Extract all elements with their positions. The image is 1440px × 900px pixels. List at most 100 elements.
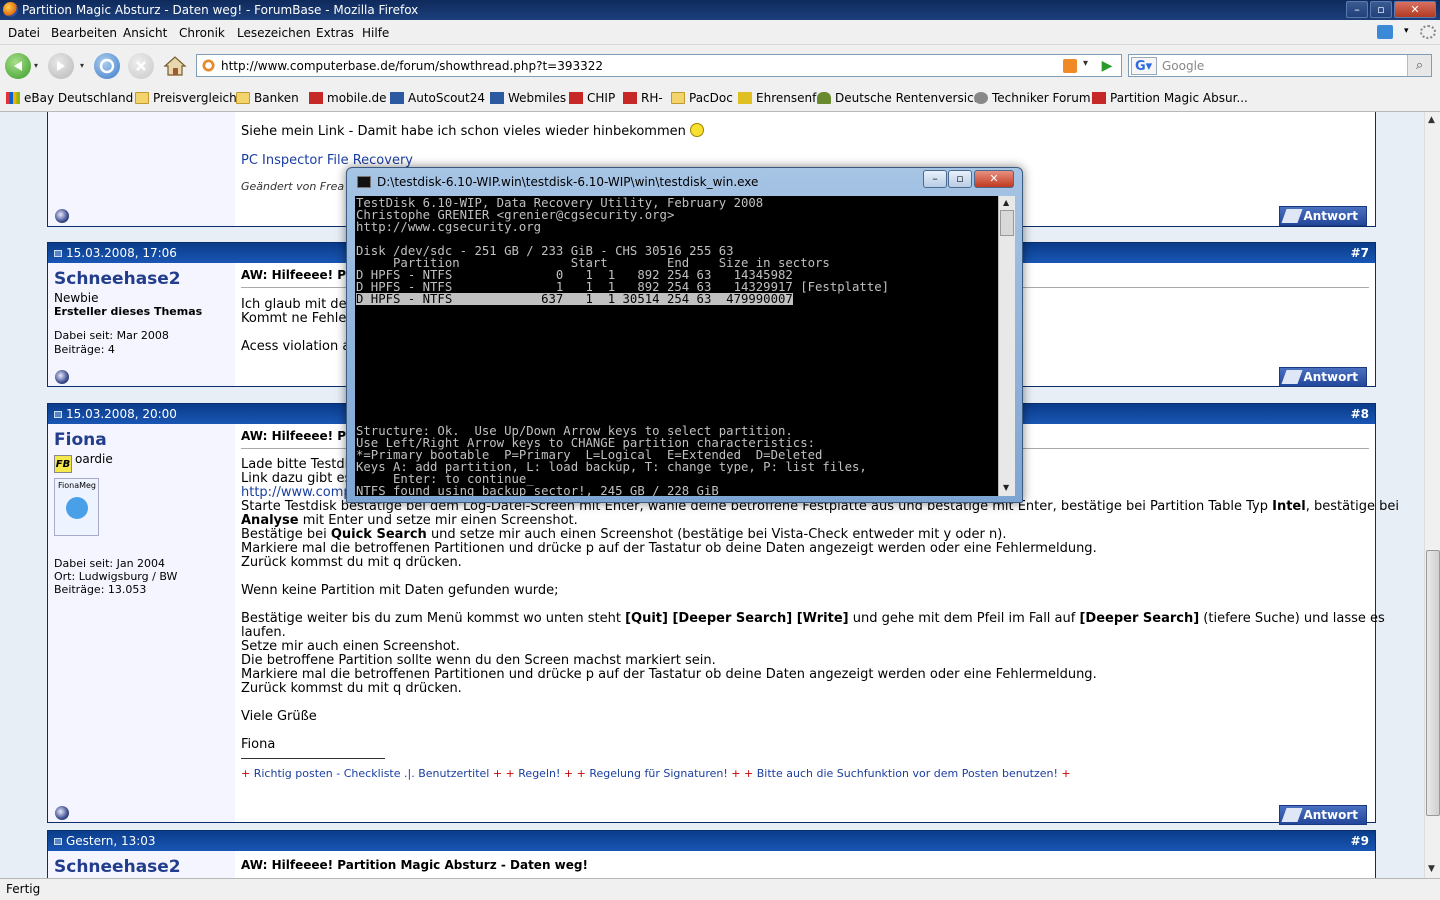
stop-icon: [136, 61, 146, 71]
menu-datei[interactable]: Datei: [8, 26, 40, 40]
bookmark-webmiles[interactable]: Webmiles: [490, 91, 566, 105]
username[interactable]: Schneehase2: [54, 269, 181, 289]
close-button[interactable]: ✕: [1394, 1, 1436, 18]
go-button[interactable]: ▶: [1096, 55, 1118, 77]
minimize-button[interactable]: –: [1346, 1, 1368, 18]
mobile-icon: [309, 92, 323, 104]
home-button[interactable]: [162, 53, 188, 79]
rh-icon: [623, 92, 637, 104]
scroll-down-icon[interactable]: ▼: [1003, 483, 1009, 492]
post-line: Ich glaub mit der: [241, 297, 352, 312]
reload-icon: [99, 58, 115, 74]
address-bar[interactable]: http://www.computerbase.de/forum/showthr…: [196, 54, 1122, 77]
post-link[interactable]: http://www.comp: [241, 485, 352, 500]
post-number[interactable]: #7: [1351, 246, 1369, 260]
signature-divider: [241, 758, 385, 759]
location: Ort: Ludwigsburg / BW: [54, 570, 178, 583]
partition-row-selected[interactable]: D HPFS - NTFS 637 1 1 30514 254 63 47999…: [356, 293, 793, 305]
bookmark-rentenversicherung[interactable]: Deutsche Rentenversic...: [817, 91, 985, 105]
console-minimize-button[interactable]: –: [923, 170, 947, 188]
post-number[interactable]: #8: [1351, 407, 1369, 421]
console-output[interactable]: TestDisk 6.10-WIP, Data Recovery Utility…: [355, 196, 998, 496]
post-line: Die betroffene Partition sollte wenn du …: [241, 653, 716, 668]
bookmark-preisvergleich[interactable]: Preisvergleich: [135, 91, 237, 105]
post-icon: [54, 838, 62, 845]
pc-inspector-link[interactable]: PC Inspector File Recovery: [241, 153, 413, 168]
menu-extras[interactable]: Extras: [316, 26, 354, 40]
post-line: Viele Grüße: [241, 709, 317, 724]
scroll-up-icon[interactable]: ▲: [1428, 115, 1435, 125]
maximize-button[interactable]: ▫: [1370, 1, 1392, 18]
bookmark-chip[interactable]: CHIP: [569, 91, 615, 105]
sig-link-suchfunktion[interactable]: Bitte auch die Suchfunktion vor dem Post…: [757, 767, 1058, 780]
post-line: Analyse mit Enter und setze mir einen Sc…: [241, 513, 578, 528]
firefox-icon: [3, 2, 18, 17]
post-sidebar: [48, 112, 235, 226]
post-number[interactable]: #9: [1351, 834, 1369, 848]
bookmark-ebay[interactable]: eBay Deutschland: [6, 91, 133, 105]
messenger-icon[interactable]: [1377, 25, 1393, 39]
sig-link-signaturen[interactable]: Regelung für Signaturen!: [589, 767, 727, 780]
post-title: AW: Hilfeeee! Pa: [241, 429, 354, 443]
chevron-down-icon[interactable]: ▾: [1404, 26, 1420, 40]
edited-note: Geändert von Frea: [241, 180, 345, 193]
google-engine-icon[interactable]: G▾: [1131, 57, 1157, 75]
reply-button[interactable]: Antwort: [1279, 367, 1367, 387]
search-icon[interactable]: ⌕: [1407, 55, 1431, 76]
menu-chronik[interactable]: Chronik: [179, 26, 225, 40]
bookmark-ehrensenf[interactable]: Ehrensenf: [738, 91, 816, 105]
stop-button[interactable]: [128, 53, 154, 79]
console-close-button[interactable]: ✕: [974, 170, 1014, 188]
console-maximize-button[interactable]: ▫: [948, 170, 972, 188]
post-icon: [54, 411, 62, 418]
bookmark-rh[interactable]: RH-: [623, 91, 663, 105]
forward-button[interactable]: [48, 53, 74, 79]
bookmark-pacdoc[interactable]: PacDoc: [671, 91, 733, 105]
back-history-chevron-icon[interactable]: ▾: [34, 61, 38, 70]
reload-button[interactable]: [94, 53, 120, 79]
scroll-down-icon[interactable]: ▼: [1428, 864, 1435, 874]
arrow-right-icon: [57, 61, 65, 71]
forum-icon: [1092, 92, 1106, 104]
console-scroll-thumb[interactable]: [1000, 210, 1014, 236]
search-box[interactable]: G▾ Google ⌕: [1128, 54, 1432, 77]
post-sidebar: Schneehase2: [48, 851, 235, 878]
window-titlebar: Partition Magic Absturz - Daten weg! - F…: [0, 0, 1440, 20]
arrow-left-icon: [14, 61, 22, 71]
back-button[interactable]: [5, 53, 31, 79]
reply-button[interactable]: Antwort: [1279, 206, 1367, 226]
menu-ansicht[interactable]: Ansicht: [123, 26, 167, 40]
post-count: Beiträge: 4: [54, 343, 115, 356]
avatar-figure-icon: [66, 497, 88, 519]
bookmark-partition-magic[interactable]: Partition Magic Absur...: [1092, 91, 1248, 105]
search-placeholder[interactable]: Google: [1162, 59, 1204, 73]
bookmark-autoscout[interactable]: AutoScout24: [390, 91, 485, 105]
reply-button[interactable]: Antwort: [1279, 805, 1367, 825]
menu-hilfe[interactable]: Hilfe: [362, 26, 389, 40]
folder-icon: [671, 92, 685, 104]
avatar-label: FionaMeg: [58, 481, 97, 490]
forward-history-chevron-icon[interactable]: ▾: [80, 61, 84, 70]
rss-feed-icon[interactable]: [1063, 59, 1077, 73]
url-history-dropdown-icon[interactable]: ▾: [1083, 58, 1088, 69]
post-sidebar: Fiona FB oardie FionaMeg Dabei seit: Jan …: [48, 424, 235, 822]
bookmark-mobile[interactable]: mobile.de: [309, 91, 387, 105]
bookmark-banken[interactable]: Banken: [236, 91, 299, 105]
menu-bearbeiten[interactable]: Bearbeiten: [51, 26, 117, 40]
online-status-icon: [55, 806, 69, 820]
sig-link-regeln[interactable]: Regeln!: [518, 767, 560, 780]
username[interactable]: Schneehase2: [54, 857, 181, 877]
page-scrollbar[interactable]: ▲ ▼: [1424, 112, 1440, 878]
username[interactable]: Fiona: [54, 430, 107, 450]
sig-link-checkliste[interactable]: Richtig posten - Checkliste .|. Benutzer…: [254, 767, 490, 780]
menu-lesezeichen[interactable]: Lesezeichen: [237, 26, 311, 40]
console-title: D:\testdisk-6.10-WIP.win\testdisk-6.10-W…: [377, 175, 759, 189]
testdisk-console-window[interactable]: D:\testdisk-6.10-WIP.win\testdisk-6.10-W…: [346, 167, 1023, 503]
scroll-thumb[interactable]: [1426, 550, 1440, 816]
console-scrollbar[interactable]: ▲ ▼: [998, 196, 1015, 496]
url-text[interactable]: http://www.computerbase.de/forum/showthr…: [221, 59, 603, 73]
scroll-up-icon[interactable]: ▲: [1003, 198, 1009, 207]
post-count: Beiträge: 13.053: [54, 583, 147, 596]
bookmark-techniker-forum[interactable]: Techniker Forum: [974, 91, 1091, 105]
site-favicon-icon: [201, 58, 216, 73]
